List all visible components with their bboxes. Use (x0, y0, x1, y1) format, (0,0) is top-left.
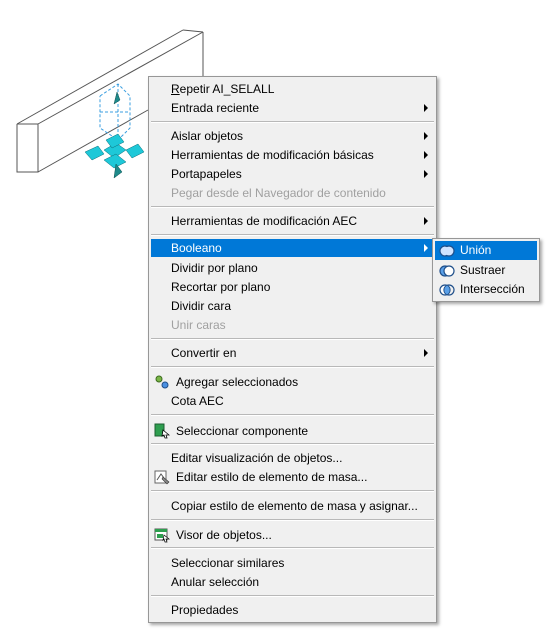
menu-item-label: Seleccionar similares (171, 556, 285, 570)
menu-separator (151, 206, 434, 208)
menu-item-add-selected[interactable]: Agregar seleccionados (151, 373, 434, 391)
menu-separator (151, 121, 434, 123)
menu-separator (151, 595, 434, 597)
menu-item-boolean[interactable]: Booleano (151, 239, 434, 257)
menu-item-label: Agregar seleccionados (176, 375, 299, 389)
menu-item-select-component[interactable]: Seleccionar componente (151, 422, 434, 440)
menu-item-clipboard[interactable]: Portapapeles (151, 165, 434, 183)
grip-top-arrow (113, 91, 121, 105)
menu-item-basic-modify-tools[interactable]: Herramientas de modificación básicas (151, 146, 434, 164)
menu-item-label: Repetir AI_SELALL (171, 82, 275, 96)
menu-item-label: Editar estilo de elemento de masa... (176, 470, 368, 484)
menu-item-label: Editar visualización de objetos... (171, 451, 343, 465)
menu-separator (151, 519, 434, 521)
submenu-arrow-icon (424, 104, 428, 112)
menu-item-split-face[interactable]: Dividir cara (151, 297, 434, 315)
submenu-item-label: Sustraer (460, 263, 506, 277)
intersection-icon (439, 284, 455, 296)
menu-separator (151, 414, 434, 416)
menu-item-copy-style-and-assign[interactable]: Copiar estilo de elemento de masa y asig… (151, 497, 434, 515)
menu-separator (151, 547, 434, 549)
menu-item-aec-dimension[interactable]: Cota AEC (151, 392, 434, 410)
menu-item-recent-input[interactable]: Entrada reciente (151, 99, 434, 117)
menu-item-object-viewer[interactable]: Visor de objetos... (151, 526, 434, 544)
selection-grip-outline (99, 83, 131, 141)
menu-item-join-faces: Unir caras (151, 316, 434, 334)
submenu-item-label: Intersección (460, 282, 525, 296)
menu-item-label: Convertir en (171, 346, 237, 360)
submenu-arrow-icon (424, 349, 428, 357)
menu-item-label: Dividir cara (171, 299, 232, 313)
menu-separator (151, 338, 434, 340)
menu-item-paste-from-content-browser: Pegar desde el Navegador de contenido (151, 184, 434, 202)
menu-item-edit-object-display[interactable]: Editar visualización de objetos... (151, 449, 434, 467)
menu-item-label: Copiar estilo de elemento de masa y asig… (171, 499, 418, 513)
menu-item-label: Cota AEC (171, 394, 224, 408)
submenu-arrow-icon (424, 132, 428, 140)
menu-item-convert-to[interactable]: Convertir en (151, 344, 434, 362)
menu-item-label: Herramientas de modificación básicas (171, 148, 374, 162)
menu-item-isolate-objects[interactable]: Aislar objetos (151, 127, 434, 145)
boolean-submenu: Unión Sustraer Intersección (432, 238, 540, 302)
menu-item-aec-modify-tools[interactable]: Herramientas de modificación AEC (151, 212, 434, 230)
submenu-item-intersection[interactable]: Intersección (435, 280, 537, 299)
menu-item-label: Portapapeles (171, 167, 242, 181)
submenu-item-label: Unión (460, 243, 492, 257)
subtract-icon (439, 265, 455, 277)
menu-separator (151, 366, 434, 368)
select-component-icon (154, 423, 170, 439)
menu-item-select-similar[interactable]: Seleccionar similares (151, 554, 434, 572)
union-icon (439, 245, 455, 257)
submenu-item-subtract[interactable]: Sustraer (435, 261, 537, 280)
menu-separator (151, 443, 434, 445)
menu-item-deselect-all[interactable]: Anular selección (151, 573, 434, 591)
menu-item-label: Propiedades (171, 603, 239, 617)
edit-style-icon (154, 470, 170, 485)
menu-item-label: Pegar desde el Navegador de contenido (171, 186, 386, 200)
submenu-arrow-icon (424, 244, 428, 252)
menu-item-label: Dividir por plano (171, 261, 258, 275)
submenu-item-union[interactable]: Unión (435, 241, 537, 260)
object-viewer-icon (154, 528, 170, 543)
menu-item-label: Unir caras (171, 318, 226, 332)
menu-separator (151, 234, 434, 236)
submenu-arrow-icon (424, 151, 428, 159)
grips[interactable] (84, 91, 145, 179)
grip-left (84, 145, 105, 161)
menu-item-label: Booleano (171, 241, 222, 255)
menu-separator (151, 490, 434, 492)
submenu-arrow-icon (424, 217, 428, 225)
submenu-arrow-icon (424, 170, 428, 178)
menu-item-label: Anular selección (171, 575, 260, 589)
menu-item-label: Entrada reciente (171, 101, 260, 115)
menu-item-properties[interactable]: Propiedades (151, 601, 434, 619)
menu-item-label: Seleccionar componente (176, 424, 309, 438)
menu-item-edit-mass-element-style[interactable]: Editar estilo de elemento de masa... (151, 468, 434, 486)
grip-right (125, 143, 145, 159)
add-selected-icon (155, 375, 169, 389)
menu-item-trim-by-plane[interactable]: Recortar por plano (151, 278, 434, 296)
menu-item-label: Recortar por plano (171, 280, 271, 294)
menu-item-label: Visor de objetos... (176, 528, 272, 542)
menu-item-split-by-plane[interactable]: Dividir por plano (151, 259, 434, 277)
menu-item-repeat[interactable]: Repetir AI_SELALL (151, 80, 434, 98)
grip-lower (103, 153, 127, 169)
context-menu: Repetir AI_SELALL Entrada reciente Aisla… (148, 76, 437, 623)
menu-item-label: Herramientas de modificación AEC (171, 214, 358, 228)
menu-item-label: Aislar objetos (171, 129, 244, 143)
